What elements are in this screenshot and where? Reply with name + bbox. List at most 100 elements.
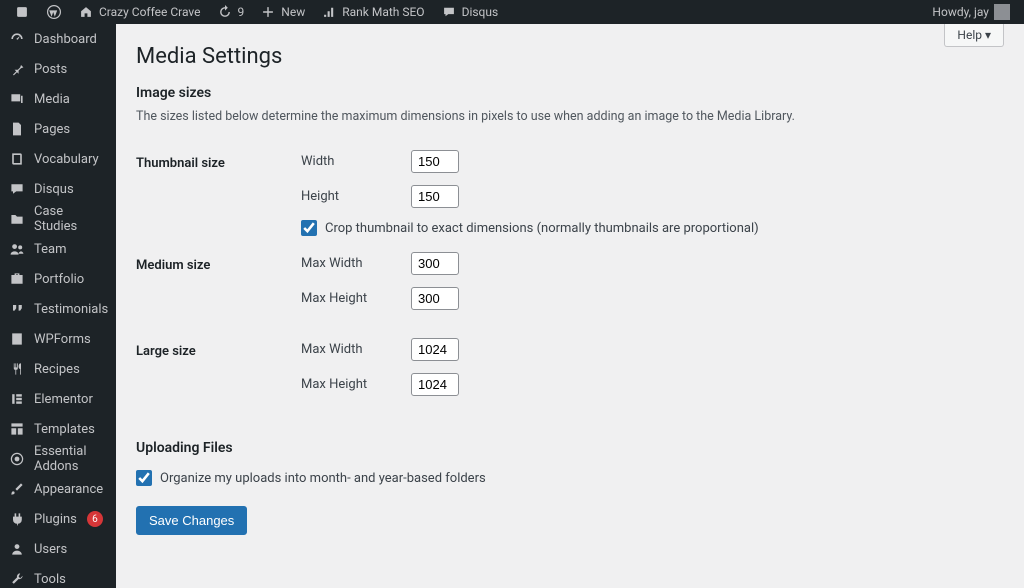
disqus-adminbar-link[interactable]: Disqus — [433, 0, 507, 24]
wordpress-icon — [46, 4, 62, 20]
sidebar-item-label: Portfolio — [34, 272, 84, 287]
large-heading: Large size — [136, 330, 301, 416]
sidebar-item-disqus[interactable]: Disqus — [0, 174, 116, 204]
disqus-label: Disqus — [462, 5, 499, 19]
content-area: Help ▾ Media Settings Image sizes The si… — [116, 24, 1024, 588]
organize-uploads-checkbox[interactable] — [136, 470, 152, 486]
thumbnail-height-input[interactable] — [411, 185, 459, 208]
sidebar-item-label: Case Studies — [34, 204, 108, 234]
sidebar-item-templates[interactable]: Templates — [0, 414, 116, 444]
sidebar-item-label: Appearance — [34, 482, 103, 497]
sidebar-item-portfolio[interactable]: Portfolio — [0, 264, 116, 294]
recipe-icon — [8, 360, 26, 378]
save-button-label: Save Changes — [149, 513, 234, 528]
sidebar-item-label: Users — [34, 542, 67, 557]
sidebar-item-label: Essential Addons — [34, 444, 108, 474]
book-icon — [8, 150, 26, 168]
sidebar-item-label: Recipes — [34, 362, 80, 377]
new-content-link[interactable]: New — [252, 0, 313, 24]
sidebar-item-label: Dashboard — [34, 32, 97, 47]
sidebar-item-posts[interactable]: Posts — [0, 54, 116, 84]
sidebar-item-team[interactable]: Team — [0, 234, 116, 264]
sidebar-item-tools[interactable]: Tools — [0, 564, 116, 588]
sidebar-item-label: Tools — [34, 572, 66, 587]
chart-icon — [321, 4, 337, 20]
plugin-icon — [8, 510, 26, 528]
sidebar-item-wpforms[interactable]: WPForms — [0, 324, 116, 354]
rankmath-label: Rank Math SEO — [342, 5, 424, 19]
large-maxw-input[interactable] — [411, 338, 459, 361]
organize-uploads-label: Organize my uploads into month- and year… — [160, 471, 486, 486]
plugin-badge: 6 — [87, 511, 103, 527]
large-maxh-label: Max Height — [301, 377, 411, 392]
comment-icon — [441, 4, 457, 20]
briefcase-icon — [8, 270, 26, 288]
folder-icon — [8, 210, 26, 228]
sidebar-item-label: WPForms — [34, 332, 91, 347]
large-maxh-input[interactable] — [411, 373, 459, 396]
wp-logo-menu[interactable] — [38, 0, 70, 24]
form-icon — [8, 330, 26, 348]
plus-icon — [260, 4, 276, 20]
sidebar-item-essential-addons[interactable]: Essential Addons — [0, 444, 116, 474]
account-menu[interactable]: Howdy, jay — [924, 0, 1018, 24]
users-icon — [8, 240, 26, 258]
sidebar-item-label: Templates — [34, 422, 95, 437]
thumbnail-crop-checkbox[interactable] — [301, 220, 317, 236]
site-name-label: Crazy Coffee Crave — [99, 5, 201, 19]
site-name-link[interactable]: Crazy Coffee Crave — [70, 0, 209, 24]
thumbnail-width-label: Width — [301, 154, 411, 169]
medium-heading: Medium size — [136, 244, 301, 330]
new-label: New — [281, 5, 305, 19]
save-button[interactable]: Save Changes — [136, 506, 247, 535]
section-uploading: Uploading Files — [136, 440, 1004, 456]
medium-maxw-input[interactable] — [411, 252, 459, 275]
addon-icon — [8, 450, 26, 468]
sidebar-item-testimonials[interactable]: Testimonials — [0, 294, 116, 324]
sidebar-item-plugins[interactable]: Plugins 6 — [0, 504, 116, 534]
sidebar-item-recipes[interactable]: Recipes — [0, 354, 116, 384]
thumbnail-crop-label: Crop thumbnail to exact dimensions (norm… — [325, 221, 759, 236]
sidebar-item-label: Posts — [34, 62, 67, 77]
admin-sidebar: Dashboard Posts Media Pages Vocabulary D… — [0, 24, 116, 588]
help-label: Help ▾ — [957, 28, 991, 42]
sidebar-item-label: Testimonials — [34, 302, 108, 317]
updates-count: 9 — [238, 5, 245, 19]
sidebar-item-label: Team — [34, 242, 67, 257]
quote-icon — [8, 300, 26, 318]
rankmath-link[interactable]: Rank Math SEO — [313, 0, 432, 24]
sidebar-item-label: Pages — [34, 122, 70, 137]
sidebar-item-label: Media — [34, 92, 70, 107]
sidebar-item-label: Disqus — [34, 182, 74, 197]
large-maxw-label: Max Width — [301, 342, 411, 357]
brush-icon — [8, 480, 26, 498]
settings-table: Thumbnail size Width Height Crop thumbna… — [136, 142, 1004, 416]
sidebar-item-media[interactable]: Media — [0, 84, 116, 114]
sidebar-item-users[interactable]: Users — [0, 534, 116, 564]
thumbnail-height-label: Height — [301, 189, 411, 204]
pin-icon — [8, 60, 26, 78]
sidebar-item-pages[interactable]: Pages — [0, 114, 116, 144]
help-tab[interactable]: Help ▾ — [944, 24, 1004, 47]
howdy-label: Howdy, jay — [932, 5, 989, 19]
user-icon — [8, 540, 26, 558]
profile-icon — [14, 4, 30, 20]
profile-menu[interactable] — [6, 0, 38, 24]
sidebar-item-dashboard[interactable]: Dashboard — [0, 24, 116, 54]
sidebar-item-case-studies[interactable]: Case Studies — [0, 204, 116, 234]
template-icon — [8, 420, 26, 438]
updates-link[interactable]: 9 — [209, 0, 253, 24]
sidebar-item-appearance[interactable]: Appearance — [0, 474, 116, 504]
dashboard-icon — [8, 30, 26, 48]
home-icon — [78, 4, 94, 20]
admin-bar: Crazy Coffee Crave 9 New Rank Math SEO D… — [0, 0, 1024, 24]
sidebar-item-vocabulary[interactable]: Vocabulary — [0, 144, 116, 174]
thumbnail-width-input[interactable] — [411, 150, 459, 173]
comment-icon — [8, 180, 26, 198]
image-sizes-desc: The sizes listed below determine the max… — [136, 109, 1004, 124]
sidebar-item-elementor[interactable]: Elementor — [0, 384, 116, 414]
medium-maxh-input[interactable] — [411, 287, 459, 310]
wrench-icon — [8, 570, 26, 588]
update-icon — [217, 4, 233, 20]
sidebar-item-label: Plugins — [34, 512, 77, 527]
